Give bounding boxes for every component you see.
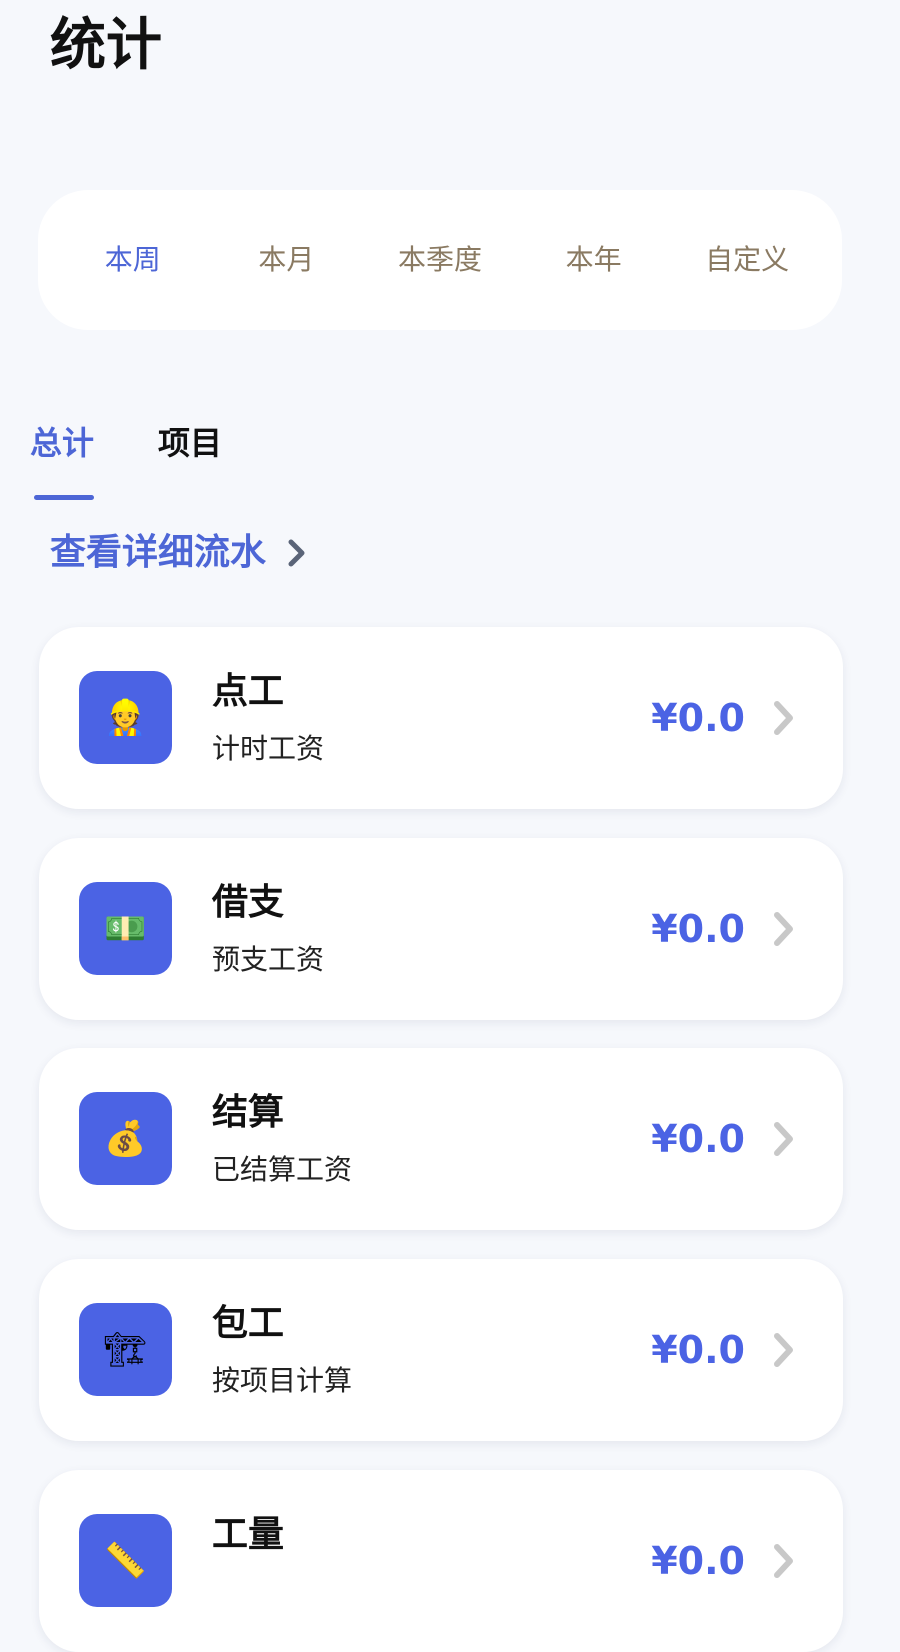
page-title: 统计	[50, 13, 162, 78]
crane-icon: 🏗	[79, 1303, 172, 1396]
period-this-year[interactable]: 本年	[517, 220, 671, 300]
stat-card-hourly-work[interactable]: 👷 点工 计时工资 ¥0.0	[39, 627, 843, 809]
stat-card-contract-work[interactable]: 🏗 包工 按项目计算 ¥0.0	[39, 1259, 843, 1441]
money-bag-icon: 💰	[79, 1092, 172, 1185]
chevron-right-icon	[774, 1122, 793, 1156]
card-amount: ¥0.0	[651, 1328, 745, 1372]
view-detailed-records-link[interactable]: 查看详细流水	[50, 525, 310, 581]
chevron-right-icon	[774, 1333, 793, 1367]
card-title: 工量	[212, 1514, 285, 1555]
chevron-right-icon	[288, 539, 305, 567]
period-this-month[interactable]: 本月	[210, 220, 364, 300]
tab-total[interactable]: 总计	[30, 415, 94, 471]
card-subtitle: 计时工资	[212, 732, 325, 765]
card-title: 借支	[212, 882, 285, 923]
chevron-right-icon	[774, 912, 793, 946]
chevron-right-icon	[774, 1544, 793, 1578]
detail-link-label: 查看详细流水	[50, 532, 267, 573]
period-this-week[interactable]: 本周	[56, 220, 210, 300]
tab-project[interactable]: 项目	[158, 415, 222, 471]
card-subtitle: 按项目计算	[212, 1364, 353, 1397]
stat-card-work-quantity[interactable]: 📏 工量 ¥0.0	[39, 1470, 843, 1652]
period-selector: 本周 本月 本季度 本年 自定义	[38, 190, 842, 330]
card-title: 点工	[212, 671, 285, 712]
card-amount: ¥0.0	[651, 1117, 745, 1161]
stat-card-settlement[interactable]: 💰 结算 已结算工资 ¥0.0	[39, 1048, 843, 1230]
ruler-icon: 📏	[79, 1514, 172, 1607]
card-amount: ¥0.0	[651, 1539, 745, 1583]
card-title: 结算	[212, 1092, 285, 1133]
period-custom[interactable]: 自定义	[670, 220, 824, 300]
card-amount: ¥0.0	[651, 696, 745, 740]
stat-card-advance[interactable]: 💵 借支 预支工资 ¥0.0	[39, 838, 843, 1020]
card-subtitle: 预支工资	[212, 943, 325, 976]
chevron-right-icon	[774, 701, 793, 735]
active-tab-indicator	[34, 495, 94, 500]
card-title: 包工	[212, 1303, 285, 1344]
construction-worker-icon: 👷	[79, 671, 172, 764]
card-amount: ¥0.0	[651, 907, 745, 951]
card-subtitle: 已结算工资	[212, 1153, 353, 1186]
money-banknote-icon: 💵	[79, 882, 172, 975]
period-this-quarter[interactable]: 本季度	[363, 220, 517, 300]
